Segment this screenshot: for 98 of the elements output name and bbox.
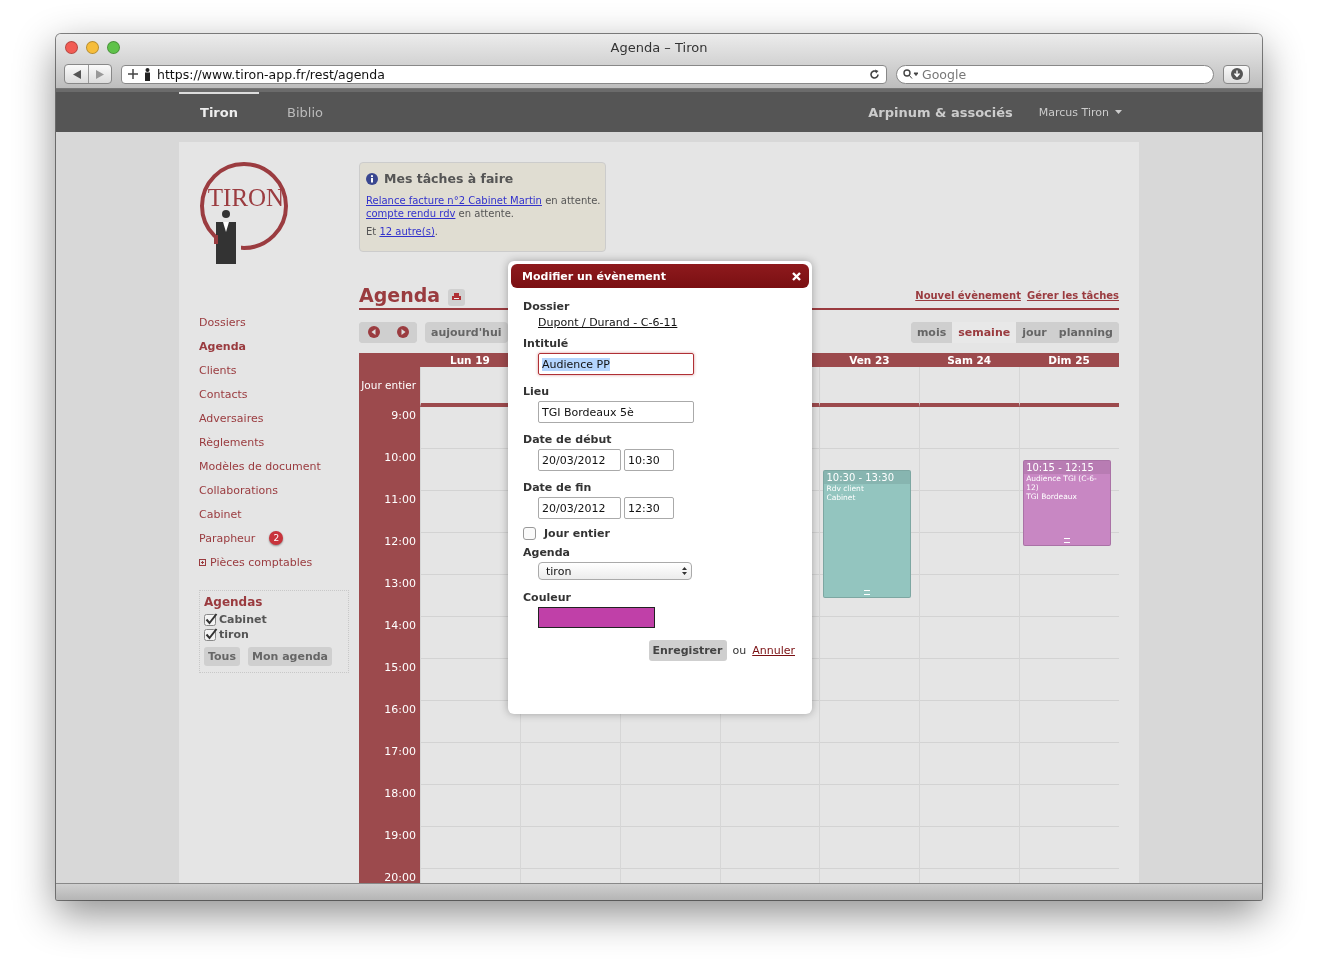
checkbox[interactable]: [204, 613, 218, 626]
nav-tab[interactable]: Biblio: [265, 92, 345, 132]
download-icon: [1230, 68, 1243, 80]
hour-label: 10:00: [383, 450, 417, 466]
agenda-select[interactable]: tiron: [538, 562, 692, 580]
page-title: Agenda: [359, 284, 441, 306]
event-time: 10:15 - 12:15: [1024, 460, 1110, 474]
field-label: Date de début: [523, 433, 612, 446]
or-text: ou: [732, 644, 747, 657]
sidebar-item[interactable]: Adversaires: [199, 406, 349, 430]
stepper-arrows-icon: [682, 567, 687, 575]
sidebar-item[interactable]: Règlements: [199, 430, 349, 454]
task-line: Relance facture n°2 Cabinet Martin en attente.: [366, 195, 599, 206]
date-field[interactable]: 20/03/2012: [538, 497, 621, 519]
sidebar-item[interactable]: Contacts: [199, 382, 349, 406]
more-tasks-line: Et 12 autre(s).: [366, 226, 439, 237]
sidebar-item[interactable]: Pièces comptables: [199, 550, 349, 574]
field-label: Intitulé: [523, 337, 569, 350]
company-link[interactable]: Arpinum & associés: [868, 104, 1013, 120]
date-field[interactable]: 20/03/2012: [538, 449, 621, 471]
count-badge: 2: [269, 531, 284, 545]
print-button[interactable]: [448, 288, 466, 306]
task-line: compte rendu rdv en attente.: [366, 208, 515, 219]
checkbox[interactable]: [523, 527, 536, 540]
search-icon: [903, 69, 918, 79]
sidebar-item[interactable]: Modèles de document: [199, 454, 349, 478]
window-title: Agenda – Tiron: [610, 39, 708, 55]
day-label: Dim 25: [1048, 353, 1090, 367]
hour-label: 17:00: [383, 744, 417, 760]
resize-handle[interactable]: [864, 590, 871, 595]
all-day-label: Jour entier: [359, 367, 420, 407]
hour-label: 19:00: [383, 828, 417, 844]
nav-tab[interactable]: Tiron: [179, 92, 259, 132]
checkbox[interactable]: [204, 628, 218, 641]
day-label: Ven 23: [849, 353, 890, 367]
agenda-label: Cabinet: [219, 613, 267, 626]
hour-label: 18:00: [383, 786, 417, 802]
sidebar-item[interactable]: Collaborations: [199, 478, 349, 502]
resize-handle[interactable]: [1064, 537, 1071, 543]
field-label: Couleur: [523, 591, 571, 604]
day-label: Lun 19: [449, 353, 490, 367]
agenda-filter-button[interactable]: Mon agenda: [248, 647, 333, 666]
hour-label: 16:00: [383, 702, 417, 718]
more-tasks-link[interactable]: 12 autre(s): [379, 226, 435, 237]
dialog-title: Modifier un évènement: [522, 269, 666, 283]
agenda-label: tiron: [219, 628, 249, 641]
hour-label: 11:00: [383, 492, 417, 508]
task-link[interactable]: compte rendu rdv: [366, 208, 456, 219]
plus-icon: [128, 69, 138, 79]
agenda-filter-button[interactable]: Tous: [204, 647, 240, 666]
right-triangle-icon: [96, 69, 104, 79]
field-label: Date de fin: [523, 481, 592, 494]
event-time: 10:30 - 13:30: [824, 471, 911, 484]
hour-label: 20:00: [383, 870, 417, 883]
expand-icon: [199, 558, 206, 566]
hour-label: 13:00: [383, 576, 417, 592]
tasks-title: Mes tâches à faire: [384, 171, 514, 186]
place-field[interactable]: TGI Bordeaux 5è: [538, 401, 694, 423]
day-label: Sam 24: [947, 353, 992, 367]
agendas-title: Agendas: [204, 595, 264, 609]
view-tab[interactable]: semaine: [952, 321, 1017, 343]
downloads-button[interactable]: [1223, 64, 1250, 84]
hour-label: 15:00: [383, 660, 417, 676]
time-field[interactable]: 12:30: [624, 497, 674, 519]
time-field[interactable]: 10:30: [624, 449, 674, 471]
search-field[interactable]: Google: [896, 64, 1214, 84]
printer-icon: [452, 293, 462, 301]
sidebar-item[interactable]: Agenda: [199, 334, 349, 358]
user-menu[interactable]: Marcus Tiron: [1038, 105, 1122, 119]
zoom-button[interactable]: [107, 40, 120, 54]
cancel-link[interactable]: Annuler: [752, 644, 795, 657]
task-link[interactable]: Relance facture n°2 Cabinet Martin: [366, 195, 542, 206]
dossier-link[interactable]: Dupont / Durand - C-6-11: [538, 316, 678, 329]
save-button[interactable]: Enregistrer: [648, 640, 727, 661]
left-triangle-icon: [72, 69, 81, 79]
hour-label: 14:00: [383, 618, 417, 634]
checkbox-label: Jour entier: [544, 527, 610, 540]
close-icon: [792, 271, 801, 281]
caret-icon: [1115, 110, 1122, 114]
field-label: Dossier: [523, 300, 570, 313]
sidebar-item[interactable]: Cabinet: [199, 502, 349, 526]
sidebar-item-label: Pièces comptables: [210, 555, 313, 569]
field-label: Agenda: [523, 546, 570, 559]
sidebar-item[interactable]: Dossiers: [199, 310, 349, 334]
hour-label: 9:00: [390, 408, 417, 424]
color-swatch[interactable]: [538, 607, 655, 628]
header-link[interactable]: Gérer les tâches: [1026, 289, 1119, 301]
header-link[interactable]: Nouvel évènement: [915, 289, 1021, 301]
info-icon: [366, 172, 378, 185]
sidebar-item[interactable]: Clients: [199, 358, 349, 382]
logo-text: TIRON: [207, 184, 285, 211]
sidebar-item[interactable]: Parapheur 2: [199, 526, 349, 550]
figure-icon: [144, 67, 151, 81]
hour-label: 12:00: [383, 534, 417, 550]
address-field[interactable]: https://www.tiron-app.fr/rest/agenda: [121, 64, 887, 84]
title-field[interactable]: Audience PP: [538, 353, 694, 375]
reload-icon: [869, 68, 880, 80]
field-label: Lieu: [523, 385, 550, 398]
